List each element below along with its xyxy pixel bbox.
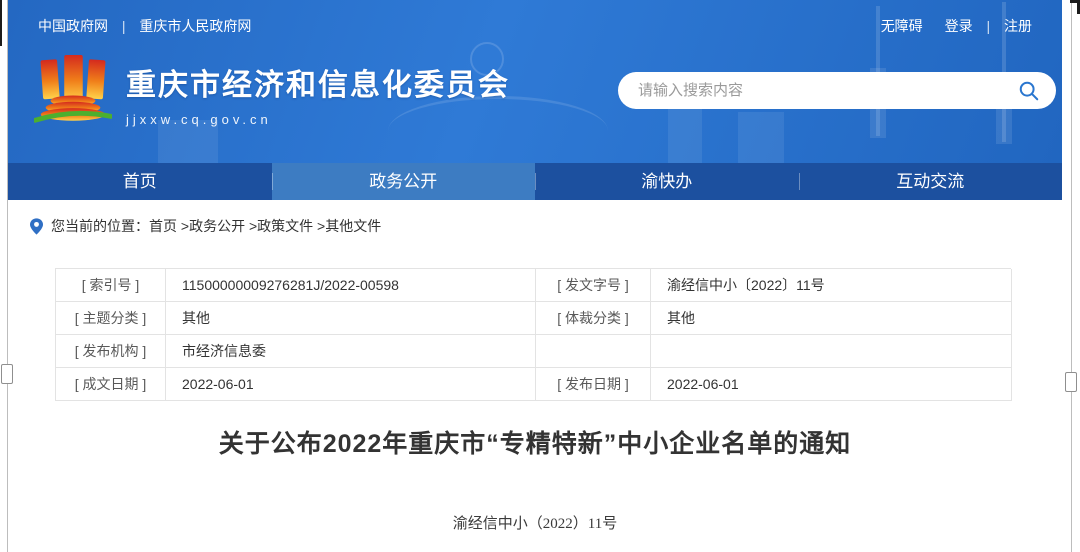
breadcrumb-path[interactable]: 首页 >政务公开 >政策文件 >其他文件 <box>149 216 381 236</box>
meta-label-doc-symbol: [ 发文字号 ] <box>536 269 651 302</box>
document-meta-table: [ 索引号 ] 11500000009276281J/2022-00598 [ … <box>55 268 1011 401</box>
breadcrumb: 您当前的位置： 首页 >政务公开 >政策文件 >其他文件 <box>8 200 1062 236</box>
link-chongqing-gov[interactable]: 重庆市人民政府网 <box>139 18 251 34</box>
meta-value-doc-symbol: 渝经信中小〔2022〕11号 <box>651 269 1012 302</box>
search-button[interactable] <box>1016 78 1042 104</box>
crop-corner-top-left <box>0 0 2 46</box>
breadcrumb-prefix: 您当前的位置： <box>51 216 149 236</box>
article-title: 关于公布2022年重庆市“专精特新”中小企业名单的通知 <box>8 424 1062 460</box>
location-pin-icon <box>30 218 43 235</box>
meta-value-publish-date: 2022-06-01 <box>651 368 1012 401</box>
header-banner: 中国政府网 | 重庆市人民政府网 无障碍 登录 | 注册 <box>8 0 1062 163</box>
meta-label-publisher: [ 发布机构 ] <box>56 335 166 368</box>
nav-item-home[interactable]: 首页 <box>8 163 272 200</box>
meta-value-topic-class: 其他 <box>166 302 536 335</box>
nav-item-interaction[interactable]: 互动交流 <box>799 163 1063 200</box>
crop-handle-right <box>1065 372 1077 392</box>
meta-value-empty <box>651 335 1012 368</box>
login-link[interactable]: 登录 <box>945 18 973 34</box>
topbar-separator: | <box>986 18 990 34</box>
nav-item-yukuaiban[interactable]: 渝快办 <box>535 163 799 200</box>
page: 中国政府网 | 重庆市人民政府网 无障碍 登录 | 注册 <box>8 0 1062 552</box>
meta-value-index-no: 11500000009276281J/2022-00598 <box>166 269 536 302</box>
main-nav: 首页 政务公开 渝快办 互动交流 <box>8 163 1062 200</box>
meta-label-index-no: [ 索引号 ] <box>56 269 166 302</box>
meta-value-publisher: 市经济信息委 <box>166 335 536 368</box>
site-url: jjxxw.cq.gov.cn <box>126 112 510 127</box>
crop-line-left <box>7 0 8 552</box>
search-input[interactable] <box>638 82 1016 99</box>
crop-handle-left <box>1 364 13 384</box>
meta-label-publish-date: [ 发布日期 ] <box>536 368 651 401</box>
meta-label-empty <box>536 335 651 368</box>
topbar-right: 无障碍 登录 | 注册 <box>881 16 1032 36</box>
meta-value-written-date: 2022-06-01 <box>166 368 536 401</box>
topbar-left: 中国政府网 | 重庆市人民政府网 <box>38 16 251 36</box>
nav-item-gov-affairs[interactable]: 政务公开 <box>272 163 536 200</box>
topbar: 中国政府网 | 重庆市人民政府网 无障碍 登录 | 注册 <box>38 16 1032 36</box>
register-link[interactable]: 注册 <box>1004 18 1032 34</box>
site-brand[interactable]: 重庆市经济和信息化委员会 jjxxw.cq.gov.cn <box>34 52 510 134</box>
search-icon <box>1018 80 1040 102</box>
search-bar <box>618 72 1056 109</box>
topbar-separator: | <box>122 18 126 34</box>
crop-line-right <box>1071 0 1072 552</box>
meta-label-genre-class: [ 体裁分类 ] <box>536 302 651 335</box>
link-china-gov[interactable]: 中国政府网 <box>38 18 108 34</box>
accessibility-link[interactable]: 无障碍 <box>881 18 923 34</box>
meta-label-topic-class: [ 主题分类 ] <box>56 302 166 335</box>
meta-label-written-date: [ 成文日期 ] <box>56 368 166 401</box>
skyline-building-decor <box>738 112 784 163</box>
agency-logo-icon <box>34 52 112 134</box>
meta-value-genre-class: 其他 <box>651 302 1012 335</box>
site-title: 重庆市经济和信息化委员会 <box>126 60 510 104</box>
article-doc-number: 渝经信中小（2022）11号 <box>8 512 1062 533</box>
brand-text: 重庆市经济和信息化委员会 jjxxw.cq.gov.cn <box>126 60 510 127</box>
